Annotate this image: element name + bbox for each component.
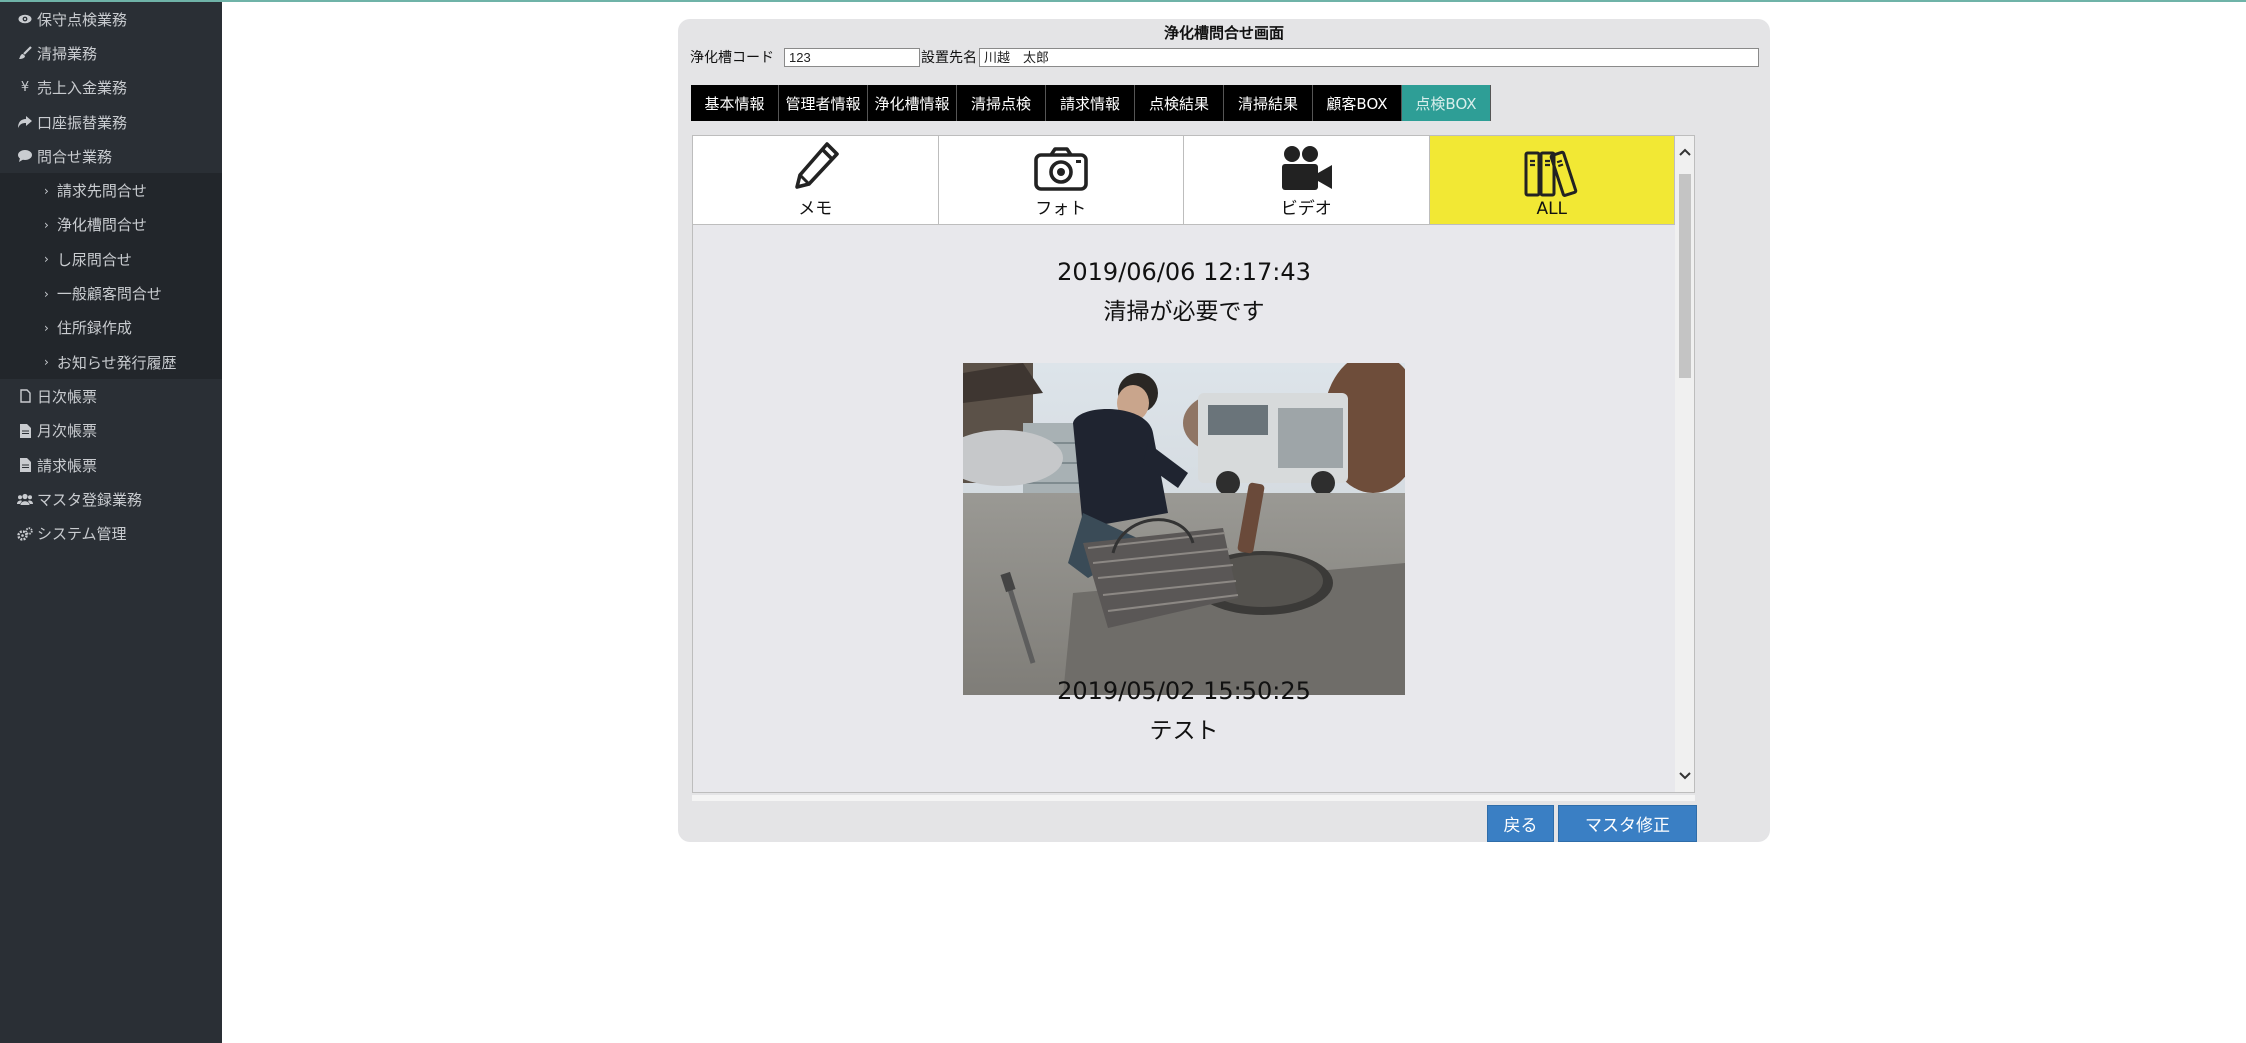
submenu-item-label: 住所録作成	[56, 319, 132, 338]
scroll-thumb[interactable]	[1679, 174, 1691, 378]
submenu-item-label: 請求先問合せ	[56, 182, 147, 201]
tab-basic-info[interactable]: 基本情報	[691, 85, 779, 121]
septic-code-field[interactable]: 123	[784, 48, 920, 67]
users-icon	[16, 493, 34, 506]
share-arrow-icon	[16, 116, 34, 129]
chevron-right-icon: ›	[44, 252, 49, 267]
brush-icon	[16, 46, 34, 60]
tab-bar: 基本情報 管理者情報 浄化槽情報 清掃点検 請求情報 点検結果 清掃結果 顧客B…	[691, 85, 1491, 121]
tab-inspection-result[interactable]: 点検結果	[1135, 85, 1224, 121]
tab-cleaning-result[interactable]: 清掃結果	[1224, 85, 1313, 121]
sidebar-item-transfer[interactable]: 口座振替業務	[0, 105, 222, 139]
tab-inspection-box[interactable]: 点検BOX	[1402, 85, 1491, 121]
sidebar-item-label: 保守点検業務	[37, 10, 128, 29]
install-name-field[interactable]: 川越 太郎	[979, 48, 1759, 67]
tab-billing-info[interactable]: 請求情報	[1046, 85, 1135, 121]
filter-label: メモ	[798, 199, 833, 219]
sidebar-item-inquiry[interactable]: 問合せ業務	[0, 139, 222, 173]
sidebar-item-system[interactable]: システム管理	[0, 516, 222, 550]
content-scrollbar[interactable]	[1675, 136, 1694, 792]
septic-code-label: 浄化槽コード	[690, 50, 774, 66]
entry-timestamp: 2019/06/06 12:17:43	[1057, 258, 1311, 286]
inquiry-submenu: › 請求先問合せ › 浄化槽問合せ › し尿問合せ › 一般顧客問合せ › 住所…	[0, 173, 222, 380]
pencil-icon	[795, 142, 840, 189]
sidebar-item-label: 清掃業務	[37, 44, 98, 63]
chevron-right-icon: ›	[44, 286, 49, 301]
sidebar-item-daily-report[interactable]: 日次帳票	[0, 379, 222, 413]
tab-customer-box[interactable]: 顧客BOX	[1313, 85, 1402, 121]
eye-icon	[16, 14, 34, 24]
document-filled-icon	[16, 423, 34, 438]
chevron-right-icon: ›	[44, 217, 49, 232]
sidebar-item-label: システム管理	[37, 525, 127, 544]
filter-label: フォト	[1035, 199, 1087, 219]
sidebar-item-label: マスタ登録業務	[37, 490, 143, 509]
entry-text: 清掃が必要です	[1103, 299, 1265, 325]
master-edit-button[interactable]: マスタ修正	[1558, 805, 1697, 842]
page-title: 浄化槽問合せ画面	[1163, 24, 1284, 42]
chevron-right-icon: ›	[44, 183, 49, 198]
sidebar-item-billing-report[interactable]: 請求帳票	[0, 448, 222, 482]
sidebar-item-cleaning[interactable]: 清掃業務	[0, 36, 222, 70]
sidebar: 保守点検業務 清掃業務 ¥ 売上入金業務 口座振替業務 問合せ業務 › 請求先問…	[0, 2, 222, 1043]
sidebar-item-label: 売上入金業務	[37, 79, 128, 98]
submenu-item-label: お知らせ発行履歴	[56, 353, 177, 372]
filter-photo-button[interactable]: フォト	[938, 136, 1184, 225]
tab-cleaning-inspection[interactable]: 清掃点検	[957, 85, 1046, 121]
entry-timestamp: 2019/05/02 15:50:25	[1057, 677, 1311, 705]
sidebar-item-master[interactable]: マスタ登録業務	[0, 482, 222, 516]
sidebar-item-label: 問合せ業務	[37, 147, 113, 166]
submenu-item-notice-history[interactable]: › お知らせ発行履歴	[0, 345, 222, 379]
submenu-item-label: 浄化槽問合せ	[56, 216, 147, 235]
inspection-photo[interactable]	[963, 363, 1405, 695]
sidebar-item-monthly-report[interactable]: 月次帳票	[0, 414, 222, 448]
inquiry-panel: 浄化槽問合せ画面 浄化槽コード 123 設置先名 川越 太郎 基本情報 管理者情…	[678, 19, 1770, 842]
document-icon	[16, 389, 34, 404]
submenu-item-customer-inquiry[interactable]: › 一般顧客問合せ	[0, 276, 222, 310]
content-bottom-divider	[692, 795, 1695, 801]
install-name-label: 設置先名	[921, 50, 977, 66]
sidebar-item-maintenance[interactable]: 保守点検業務	[0, 2, 222, 36]
sidebar-item-label: 日次帳票	[37, 387, 98, 406]
books-icon	[1524, 150, 1578, 197]
filter-memo-button[interactable]: メモ	[693, 136, 939, 225]
chevron-down-icon[interactable]	[1675, 768, 1694, 784]
submenu-item-nightsoil-inquiry[interactable]: › し尿問合せ	[0, 242, 222, 276]
back-button[interactable]: 戻る	[1487, 805, 1554, 842]
sidebar-item-label: 月次帳票	[37, 422, 98, 441]
filter-video-button[interactable]: ビデオ	[1184, 136, 1430, 225]
chevron-right-icon: ›	[44, 355, 49, 370]
speech-bubble-icon	[16, 150, 34, 163]
submenu-item-billing-inquiry[interactable]: › 請求先問合せ	[0, 173, 222, 207]
sidebar-item-label: 口座振替業務	[37, 113, 128, 132]
chevron-up-icon[interactable]	[1675, 144, 1694, 160]
chevron-right-icon: ›	[44, 320, 49, 335]
tab-manager-info[interactable]: 管理者情報	[779, 85, 868, 121]
entry-text: テスト	[1149, 718, 1219, 744]
filter-label: ALL	[1536, 199, 1568, 219]
sidebar-item-label: 請求帳票	[37, 456, 98, 475]
gears-icon	[16, 526, 34, 541]
inspection-box-content: メモ フォト ビデオ ALL 2019/06/06 12:17:43 清掃が必要…	[692, 135, 1695, 793]
yen-icon: ¥	[20, 80, 30, 96]
filter-all-button[interactable]: ALL	[1429, 136, 1675, 225]
sidebar-item-sales[interactable]: ¥ 売上入金業務	[0, 71, 222, 105]
document-filled-icon	[16, 458, 34, 472]
tab-septic-info[interactable]: 浄化槽情報	[868, 85, 957, 121]
video-camera-icon	[1282, 146, 1333, 190]
submenu-item-label: し尿問合せ	[56, 250, 132, 269]
submenu-item-septic-inquiry[interactable]: › 浄化槽問合せ	[0, 208, 222, 242]
filter-label: ビデオ	[1280, 199, 1332, 219]
submenu-item-address-book[interactable]: › 住所録作成	[0, 311, 222, 345]
camera-icon	[1033, 147, 1088, 191]
submenu-item-label: 一般顧客問合せ	[56, 285, 162, 304]
media-filter-bar: メモ フォト ビデオ ALL	[693, 136, 1675, 225]
